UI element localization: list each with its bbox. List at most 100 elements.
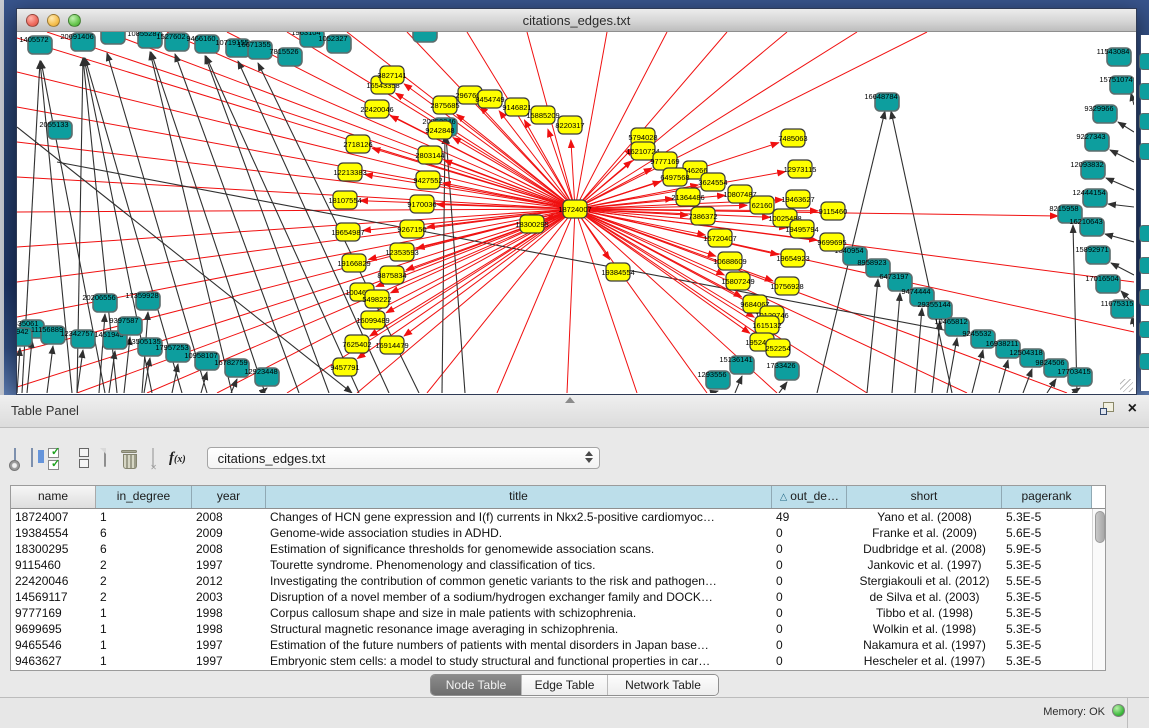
table-cell: Hescheler et al. (1997) (847, 653, 1002, 669)
memory-ok-indicator[interactable] (1112, 704, 1125, 717)
node-table: namein_degreeyeartitle△out_de…shortpager… (10, 485, 1106, 671)
table-cell: Tibbo et al. (1998) (847, 605, 1002, 621)
graph-node-label: 11675315 (1101, 299, 1134, 308)
column-header-short[interactable]: short (847, 486, 1002, 508)
graph-node-label: 1733426 (766, 361, 795, 370)
table-cell: 14569117 (11, 589, 96, 605)
column-header-in_degree[interactable]: in_degree (96, 486, 192, 508)
table-cell: 5.3E-5 (1002, 637, 1092, 653)
network-view-window[interactable]: citations_edges.txt 14055722069140624837… (16, 8, 1137, 395)
scrollbar-thumb[interactable] (1095, 511, 1105, 543)
new-column-icon[interactable] (104, 449, 106, 467)
graph-node-label: 8454749 (475, 95, 504, 104)
tab-edge-table[interactable]: Edge Table (521, 675, 607, 695)
column-header-title[interactable]: title (266, 486, 772, 508)
table-cell: Estimation of significance thresholds fo… (266, 541, 772, 557)
citation-edge-red (444, 160, 575, 209)
column-header-out_de[interactable]: △out_de… (772, 486, 847, 508)
citation-edge-black (867, 279, 878, 393)
vertical-scrollbar[interactable] (1092, 509, 1105, 670)
citation-edge-red (497, 209, 575, 393)
table-row[interactable]: 1938455462009Genome-wide association stu… (11, 525, 1092, 541)
table-row[interactable]: 911546021997Tourette syndrome. Phenomeno… (11, 557, 1092, 573)
tab-network-table[interactable]: Network Table (607, 675, 718, 695)
graph-node[interactable] (413, 32, 437, 42)
table-cell: 6 (96, 525, 192, 541)
table-panel-header[interactable]: Table Panel × (0, 395, 1149, 428)
graph-node-label: 21364486 (671, 193, 704, 202)
graph-node-label: 19654987 (331, 228, 364, 237)
graph-node (1139, 83, 1149, 100)
table-row[interactable]: 946362711997Embryonic stem cells: a mode… (11, 653, 1092, 669)
window-titlebar[interactable]: citations_edges.txt (17, 9, 1136, 32)
column-header-year[interactable]: year (192, 486, 266, 508)
graph-node-label: 1963104 (291, 32, 320, 37)
table-cell: 5.3E-5 (1002, 509, 1092, 525)
window-resize-grip[interactable] (1120, 379, 1133, 392)
graph-node-label: 8220317 (555, 121, 584, 130)
table-cell: 0 (772, 541, 847, 557)
graph-node-label: 9824506 (1035, 358, 1064, 367)
table-mode-icon[interactable] (14, 449, 16, 467)
table-cell: 5.3E-5 (1002, 605, 1092, 621)
minimize-window-button[interactable] (47, 14, 60, 27)
citation-edge-black (711, 391, 718, 393)
table-row[interactable]: 1830029562008Estimation of significance … (11, 541, 1092, 557)
table-cell: 1997 (192, 637, 266, 653)
column-header-pagerank[interactable]: pagerank (1002, 486, 1092, 508)
table-cell: 0 (772, 637, 847, 653)
graph-node-label: 9170036 (407, 200, 436, 209)
citation-edge-black (891, 111, 952, 393)
table-cell: 2003 (192, 589, 266, 605)
row-select-icon[interactable] (48, 448, 64, 468)
graph-node-label: 15807249 (721, 277, 754, 286)
row-height-icon[interactable] (79, 448, 89, 468)
graph-node (1139, 289, 1149, 306)
network-canvas[interactable]: 1405572206914062483719108552871527602946… (17, 32, 1134, 393)
graph-node-label: 62160 (752, 201, 773, 210)
delete-column-icon[interactable] (121, 449, 137, 468)
table-cell: Disruption of a novel member of a sodium… (266, 589, 772, 605)
graph-node-label: 252254 (765, 344, 790, 353)
split-pane-grip-icon[interactable] (565, 397, 575, 403)
tab-node-table[interactable]: Node Table (431, 675, 521, 695)
window-title: citations_edges.txt (17, 13, 1136, 28)
table-cell: 0 (772, 621, 847, 637)
column-header-name[interactable]: name (11, 486, 96, 508)
graph-node-label: 22420046 (360, 105, 393, 114)
graph-node-label: 17016504 (1085, 274, 1118, 283)
table-cell: 5.5E-5 (1002, 573, 1092, 589)
graph-svg: 1405572206914062483719108552871527602946… (17, 32, 1134, 393)
close-window-button[interactable] (26, 14, 39, 27)
graph-node (1139, 353, 1149, 370)
graph-node-label: 1405572 (19, 35, 48, 44)
graph-node-label: 9329966 (1084, 104, 1113, 113)
table-cell: 18724007 (11, 509, 96, 525)
table-row[interactable]: 1456911722003Disruption of a novel membe… (11, 589, 1092, 605)
close-panel-icon[interactable]: × (1128, 402, 1137, 415)
table-row[interactable]: 2242004622012Investigating the contribut… (11, 573, 1092, 589)
citation-edge-black (1106, 178, 1134, 190)
column-display-icon[interactable] (31, 449, 33, 467)
graph-node-label: 10688609 (713, 257, 746, 266)
table-row[interactable]: 969969511998Structural magnetic resonanc… (11, 621, 1092, 637)
table-cell: 1 (96, 509, 192, 525)
background-window-sliver (1140, 35, 1149, 391)
table-cell: Genome-wide association studies in ADHD. (266, 525, 772, 541)
zoom-window-button[interactable] (68, 14, 81, 27)
table-toolbar: f(x) citations_edges.txt (14, 443, 600, 473)
graph-node-label: 2483719 (92, 32, 121, 34)
graph-node-label: 16914479 (375, 341, 408, 350)
table-row[interactable]: 946554611997Estimation of the future num… (11, 637, 1092, 653)
table-row[interactable]: 977716911998Corpus callosum shape and si… (11, 605, 1092, 621)
citation-edge-black (1110, 150, 1134, 162)
graph-node-label: 17703415 (1057, 367, 1090, 376)
graph-node-label: 9242848 (425, 126, 454, 135)
float-panel-icon[interactable] (1100, 402, 1114, 415)
function-builder-icon[interactable]: f(x) (169, 450, 186, 467)
table-cell: 2009 (192, 525, 266, 541)
table-selector-combobox[interactable]: citations_edges.txt (207, 447, 600, 469)
citation-edge-red (575, 209, 707, 393)
table-row[interactable]: 1872400712008Changes of HCN gene express… (11, 509, 1092, 525)
table-cell: Wolkin et al. (1998) (847, 621, 1002, 637)
